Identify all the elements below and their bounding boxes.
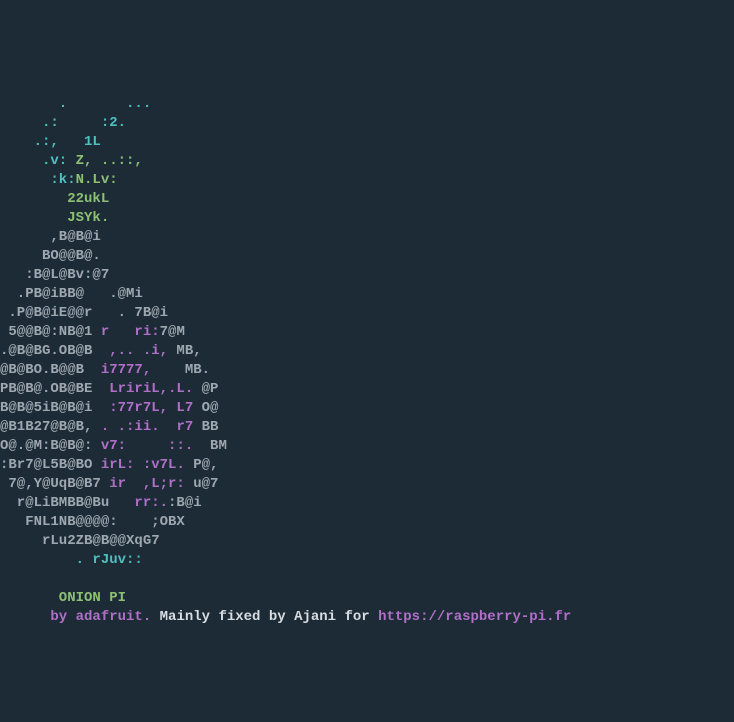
art-line: MB. xyxy=(151,362,210,378)
art-line: BO@@B@. xyxy=(0,248,101,264)
art-line: :Br7@L5B@BO xyxy=(0,457,101,473)
art-line: MB, xyxy=(168,343,202,359)
art-line: v7: ::. xyxy=(101,438,193,454)
art-line: . ... xyxy=(0,96,151,112)
art-line: Z, ..::, xyxy=(76,153,143,169)
art-line: P@, xyxy=(185,457,219,473)
art-line: :B@i xyxy=(168,495,202,511)
art-line: r ri: xyxy=(101,324,160,340)
art-line: LririL,.L. xyxy=(109,381,193,397)
art-line: .PB@iBB@ .@Mi xyxy=(0,286,143,302)
art-line: 22ukL xyxy=(0,191,109,207)
art-line: N.Lv: xyxy=(76,172,118,188)
art-line: rLu2ZB@B@@XqG7 xyxy=(0,533,160,549)
art-line: r@LiBMBB@Bu xyxy=(0,495,134,511)
art-line: . rJuv:: xyxy=(0,552,143,568)
art-line: .@B@BG.OB@B xyxy=(0,343,109,359)
art-line: 7@,Y@UqB@B7 xyxy=(0,476,109,492)
credit-text: Mainly fixed by Ajani for xyxy=(160,609,378,625)
credit-text: by adafruit. xyxy=(0,609,160,625)
art-line: BB xyxy=(193,419,218,435)
title-text: ONION PI xyxy=(0,590,126,606)
art-line: i7777, xyxy=(101,362,151,378)
art-line: :77r7L, L7 xyxy=(109,400,193,416)
art-line: u@7 xyxy=(185,476,219,492)
art-line: .: :2. xyxy=(0,115,126,131)
art-line: irL: :v7L. xyxy=(101,457,185,473)
art-line: @P xyxy=(193,381,218,397)
terminal-output: . ... .: :2. .:, 1L .v: Z, ..::, :k:N.Lv… xyxy=(0,76,734,627)
art-line: BM xyxy=(193,438,227,454)
art-line: B@B@5iB@B@i xyxy=(0,400,109,416)
art-line: 5@@B@:NB@1 xyxy=(0,324,101,340)
art-line: O@.@M:B@B@: xyxy=(0,438,101,454)
art-line: PB@B@.OB@BE xyxy=(0,381,109,397)
art-line: :k: xyxy=(0,172,76,188)
art-line: ,B@B@i xyxy=(0,229,101,245)
art-line: ,.. .i, xyxy=(109,343,168,359)
art-line: 7@M xyxy=(160,324,185,340)
art-line: JSYk. xyxy=(0,210,109,226)
art-line: . .:ii. r7 xyxy=(101,419,193,435)
art-line: @B@BO.B@@B xyxy=(0,362,101,378)
art-line: :B@L@Bv:@7 xyxy=(0,267,109,283)
art-line: .v: xyxy=(0,153,76,169)
credit-link[interactable]: https://raspberry-pi.fr xyxy=(378,609,571,625)
art-line: O@ xyxy=(193,400,218,416)
art-line: .P@B@iE@@r . 7B@i xyxy=(0,305,168,321)
art-line: @B1B27@B@B, xyxy=(0,419,101,435)
art-line: .:, 1L xyxy=(0,134,101,150)
art-line: ir ,L;r: xyxy=(109,476,185,492)
art-line: rr:. xyxy=(134,495,168,511)
